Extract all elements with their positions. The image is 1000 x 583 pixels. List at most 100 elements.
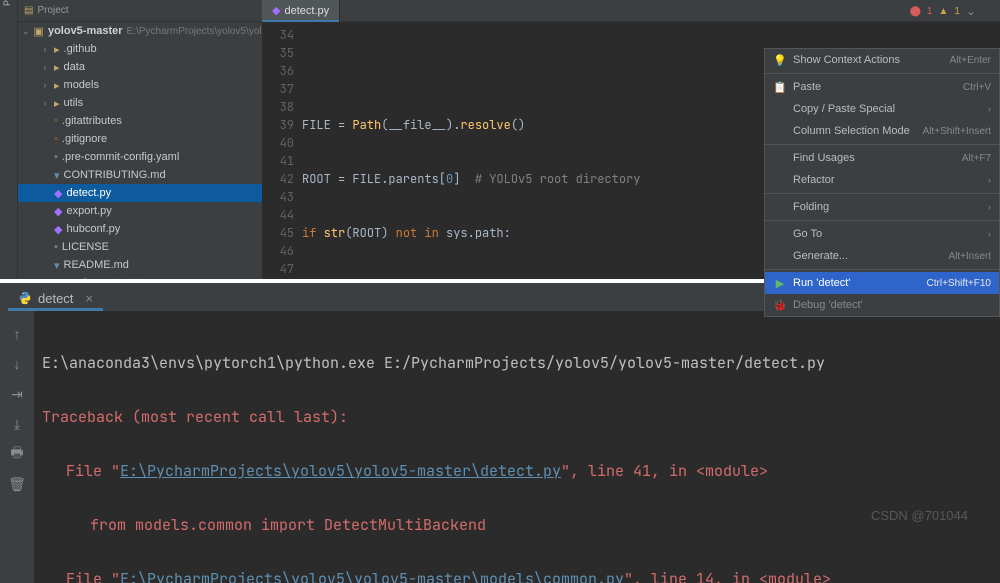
menu-item-label: Folding bbox=[793, 201, 982, 213]
menu-item-generate-[interactable]: Generate...Alt+Insert bbox=[765, 245, 999, 267]
editor-context-menu: 💡Show Context ActionsAlt+Enter📋PasteCtrl… bbox=[764, 48, 1000, 317]
project-toolwindow-stripe[interactable]: Project bbox=[0, 0, 18, 279]
menu-item-label: Column Selection Mode bbox=[793, 125, 917, 137]
folder-icon: ▣ bbox=[34, 25, 44, 38]
chevron-icon: › bbox=[40, 44, 50, 54]
folder-icon: ▸ bbox=[54, 61, 60, 74]
menu-separator bbox=[765, 193, 999, 194]
soft-wrap-icon[interactable]: ⇥ bbox=[8, 385, 26, 403]
project-tree-header: ▤ Project bbox=[18, 0, 262, 22]
project-item-label: .gitattributes bbox=[62, 115, 122, 127]
menu-item-label: Find Usages bbox=[793, 152, 956, 164]
menu-shortcut: Alt+F7 bbox=[962, 153, 991, 164]
chevron-right-icon: › bbox=[988, 175, 991, 185]
project-stripe-label: Project bbox=[2, 0, 12, 6]
project-item-readme-md[interactable]: ▾ README.md bbox=[18, 256, 262, 274]
ide-editor-area: Project ▤ Project ⌄ ▣ yolov5-master E:\P… bbox=[0, 0, 1000, 279]
inspection-indicator[interactable]: ⬤1 ▲1 ⌄ bbox=[910, 4, 976, 18]
file-icon: ◦ bbox=[54, 133, 58, 145]
project-item-label: LICENSE bbox=[62, 241, 109, 253]
chevron-right-icon: › bbox=[988, 104, 991, 114]
folder-icon: ▸ bbox=[54, 79, 60, 92]
menu-item-label: Go To bbox=[793, 228, 982, 240]
project-root-name: yolov5-master bbox=[48, 25, 123, 37]
file-link[interactable]: E:\PycharmProjects\yolov5\yolov5-master\… bbox=[120, 461, 561, 481]
project-item-label: README.md bbox=[64, 259, 129, 271]
run-tab-detect[interactable]: detect × bbox=[8, 285, 103, 311]
debug-icon: 🐞 bbox=[773, 299, 787, 312]
scroll-to-end-icon[interactable]: ⤓ bbox=[8, 415, 26, 433]
chevron-right-icon: › bbox=[988, 229, 991, 239]
run-cmd-line: E:\anaconda3\envs\pytorch1\python.exe E:… bbox=[42, 350, 992, 377]
chevron-down-icon: ⌄ bbox=[22, 26, 30, 37]
project-header-label: Project bbox=[37, 5, 68, 16]
project-item-models[interactable]: ›▸models bbox=[18, 76, 262, 94]
project-item--gitignore[interactable]: ◦ .gitignore bbox=[18, 130, 262, 148]
project-item-utils[interactable]: ›▸utils bbox=[18, 94, 262, 112]
menu-item-copy-paste-special[interactable]: Copy / Paste Special › bbox=[765, 98, 999, 120]
traceback-header: Traceback (most recent call last): bbox=[42, 404, 992, 431]
menu-item-refactor[interactable]: Refactor › bbox=[765, 169, 999, 191]
menu-item-label: Refactor bbox=[793, 174, 982, 186]
editor-tab-label: detect.py bbox=[284, 5, 329, 17]
project-item-label: hubconf.py bbox=[66, 223, 120, 235]
error-icon: ⬤ bbox=[910, 6, 921, 17]
menu-item-label: Generate... bbox=[793, 250, 942, 262]
project-item-data[interactable]: ›▸data bbox=[18, 58, 262, 76]
menu-item-go-to[interactable]: Go To › bbox=[765, 223, 999, 245]
menu-item-paste[interactable]: 📋PasteCtrl+V bbox=[765, 76, 999, 98]
print-icon[interactable]: 🖶 bbox=[8, 445, 26, 463]
project-item-label: .gitignore bbox=[62, 133, 107, 145]
menu-item-run-detect-[interactable]: ▶Run 'detect'Ctrl+Shift+F10 bbox=[765, 272, 999, 294]
menu-shortcut: Alt+Shift+Insert bbox=[923, 126, 991, 137]
menu-item-label: Copy / Paste Special bbox=[793, 103, 982, 115]
error-count: 1 bbox=[927, 6, 933, 17]
menu-item-folding[interactable]: Folding › bbox=[765, 196, 999, 218]
bulb-icon: 💡 bbox=[773, 54, 787, 67]
file-link[interactable]: E:\PycharmProjects\yolov5\yolov5-master\… bbox=[120, 569, 624, 583]
project-root[interactable]: ⌄ ▣ yolov5-master E:\PycharmProjects\yol… bbox=[18, 22, 262, 40]
python-file-icon: ◆ bbox=[272, 4, 280, 17]
chevron-icon: › bbox=[40, 80, 50, 90]
project-item-contributing-md[interactable]: ▾CONTRIBUTING.md bbox=[18, 166, 262, 184]
menu-item-show-context-actions[interactable]: 💡Show Context ActionsAlt+Enter bbox=[765, 49, 999, 71]
trash-icon[interactable]: 🗑 bbox=[8, 475, 26, 493]
editor-tab-detect[interactable]: ◆ detect.py bbox=[262, 0, 340, 21]
project-item--pre-commit-config-yaml[interactable]: ▪.pre-commit-config.yaml bbox=[18, 148, 262, 166]
run-tool-window: detect × ↑ ↓ ⇥ ⤓ 🖶 🗑 E:\anaconda3\envs\p… bbox=[0, 279, 1000, 583]
project-item-label: detect.py bbox=[66, 187, 111, 199]
run-icon: ▶ bbox=[773, 277, 787, 290]
paste-icon: 📋 bbox=[773, 81, 787, 94]
menu-item-debug-detect-[interactable]: 🐞Debug 'detect' bbox=[765, 294, 999, 316]
chevron-down-icon[interactable]: ⌄ bbox=[966, 4, 976, 18]
down-arrow-icon[interactable]: ↓ bbox=[8, 355, 26, 373]
watermark: CSDN @701044 bbox=[871, 508, 968, 523]
folder-icon: ▸ bbox=[54, 43, 60, 56]
menu-item-find-usages[interactable]: Find Usages Alt+F7 bbox=[765, 147, 999, 169]
project-tree[interactable]: ▤ Project ⌄ ▣ yolov5-master E:\PycharmPr… bbox=[18, 0, 262, 279]
project-item--gitattributes[interactable]: ◦.gitattributes bbox=[18, 112, 262, 130]
run-tab-label: detect bbox=[38, 291, 73, 306]
project-item-requirements-txt[interactable]: ▪requirements.txt bbox=[18, 274, 262, 279]
project-item-label: export.py bbox=[66, 205, 111, 217]
project-item-label: data bbox=[64, 61, 85, 73]
menu-separator bbox=[765, 269, 999, 270]
project-item-license[interactable]: ▪ LICENSE bbox=[18, 238, 262, 256]
run-output[interactable]: E:\anaconda3\envs\pytorch1\python.exe E:… bbox=[34, 311, 1000, 583]
file-icon: ▪ bbox=[54, 241, 58, 253]
up-arrow-icon[interactable]: ↑ bbox=[8, 325, 26, 343]
project-item-export-py[interactable]: ◆export.py bbox=[18, 202, 262, 220]
project-item--github[interactable]: ›▸.github bbox=[18, 40, 262, 58]
project-item-hubconf-py[interactable]: ◆ hubconf.py bbox=[18, 220, 262, 238]
menu-shortcut: Ctrl+Shift+F10 bbox=[927, 278, 991, 289]
folder-icon: ▸ bbox=[54, 97, 60, 110]
file-icon: ▾ bbox=[54, 259, 60, 272]
file-icon: ◆ bbox=[54, 223, 62, 236]
chevron-right-icon: › bbox=[988, 202, 991, 212]
menu-item-label: Show Context Actions bbox=[793, 54, 944, 66]
menu-item-column-selection-mode[interactable]: Column Selection Mode Alt+Shift+Insert bbox=[765, 120, 999, 142]
project-item-detect-py[interactable]: ◆detect.py bbox=[18, 184, 262, 202]
menu-shortcut: Ctrl+V bbox=[963, 82, 991, 93]
close-icon[interactable]: × bbox=[85, 291, 93, 306]
project-item-label: .pre-commit-config.yaml bbox=[62, 151, 179, 163]
